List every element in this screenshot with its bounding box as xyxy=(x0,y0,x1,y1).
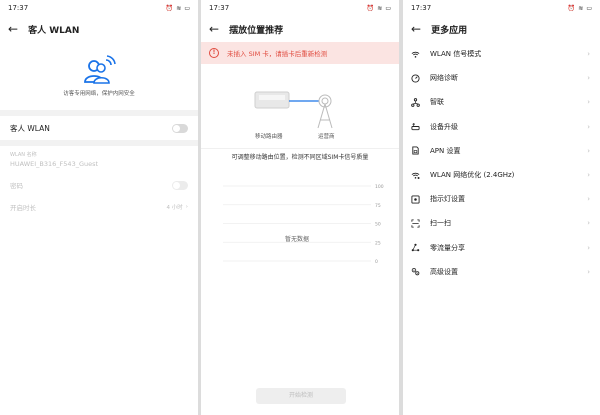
wifi-optimize-icon xyxy=(411,171,420,180)
status-icons: ⏰ ≋ ▭ xyxy=(166,5,190,12)
signal-chart: 100 75 50 25 0 暂无数据 xyxy=(201,166,399,276)
router-label: 移动路由器 xyxy=(255,134,283,140)
wifi-icon xyxy=(411,50,420,59)
alert-text: 未插入 SIM 卡，请插卡后重新检测 xyxy=(227,50,328,58)
scan-icon xyxy=(411,219,420,228)
app-bar: ← 更多应用 xyxy=(403,16,600,42)
guest-hero: 访客专用网络，保护内网安全 xyxy=(0,42,198,110)
menu-item-device-upgrade[interactable]: 设备升级 › xyxy=(403,115,600,139)
chart-y-tick-label: 100 xyxy=(375,184,384,190)
alarm-icon: ⏰ xyxy=(366,4,375,12)
chevron-right-icon: › xyxy=(587,267,590,276)
page-title: 更多应用 xyxy=(431,25,468,36)
menu-item-scan[interactable]: 扫一扫 › xyxy=(403,211,600,235)
share-icon xyxy=(411,243,420,252)
battery-icon: ▭ xyxy=(184,4,190,12)
advanced-settings-icon xyxy=(411,267,420,276)
alarm-icon: ⏰ xyxy=(165,4,174,12)
app-bar: ← 客人 WLAN xyxy=(0,16,198,42)
guest-wlan-screen: 17:37 ⏰ ≋ ▭ ← 客人 WLAN 访客专用网络，保护内网安全 客人 W… xyxy=(0,0,198,415)
status-bar: 17:37 ⏰ ≋ ▭ xyxy=(201,0,399,16)
chevron-right-icon: › xyxy=(185,204,188,210)
router-tower-illustration xyxy=(254,91,333,129)
more-apps-screen: 17:37 ⏰ ≋ ▭ ← 更多应用 WLAN 信号模式 › 网络诊断 › 智联… xyxy=(403,0,600,415)
menu-item-indicator-settings[interactable]: 指示灯设置 › xyxy=(403,187,600,211)
wifi-status-icon: ≋ xyxy=(578,4,584,12)
menu-item-apn-settings[interactable]: APN 设置 › xyxy=(403,139,600,163)
indicator-light-icon xyxy=(411,195,420,204)
chart-y-tick-label: 0 xyxy=(375,259,378,265)
guest-wlan-toggle-row[interactable]: 客人 WLAN xyxy=(0,116,198,140)
wlan-name-label: WLAN 名称 xyxy=(10,152,37,158)
hero-caption: 访客专用网络，保护内网安全 xyxy=(63,91,135,97)
duration-label: 开启时长 xyxy=(10,204,36,212)
wifi-status-icon: ≋ xyxy=(176,4,182,12)
warning-icon: ! xyxy=(209,48,219,58)
hilink-icon xyxy=(411,98,420,107)
chart-y-tick-label: 25 xyxy=(375,240,381,246)
wlan-name-value: HUAWEI_B316_F543_Guest xyxy=(10,160,99,168)
password-toggle xyxy=(172,180,188,190)
status-time: 17:37 xyxy=(8,4,29,12)
status-icons: ⏰ ≋ ▭ xyxy=(568,5,592,12)
signal-chart-svg: 100 75 50 25 0 xyxy=(223,184,384,265)
upgrade-icon xyxy=(411,122,420,131)
more-apps-list: WLAN 信号模式 › 网络诊断 › 智联 › 设备升级 › APN 设置 › … xyxy=(403,42,600,284)
chevron-right-icon: › xyxy=(587,195,590,204)
chevron-right-icon: › xyxy=(587,50,590,59)
sim-icon xyxy=(411,146,420,155)
app-bar: ← 摆放位置推荐 xyxy=(201,16,399,42)
password-row: 密码 xyxy=(0,174,198,196)
duration-value: 4 小时 xyxy=(166,205,183,211)
menu-item-zero-data-share[interactable]: 零流量分享 › xyxy=(403,236,600,260)
battery-icon: ▭ xyxy=(586,4,592,12)
menu-item-advanced-settings[interactable]: 高级设置 › xyxy=(403,260,600,284)
start-detection-button[interactable]: 开始检测 xyxy=(256,388,346,404)
chevron-right-icon: › xyxy=(587,243,590,252)
status-bar: 17:37 ⏰ ≋ ▭ xyxy=(0,0,198,16)
operator-label: 运营商 xyxy=(318,134,335,140)
guest-wlan-label: 客人 WLAN xyxy=(10,123,50,133)
diagnosis-icon xyxy=(411,74,420,83)
chevron-right-icon: › xyxy=(587,146,590,155)
chart-empty-label: 暂无数据 xyxy=(285,236,310,243)
back-arrow-icon[interactable]: ← xyxy=(209,23,219,35)
placement-diagram: 移动路由器 运营商 xyxy=(201,64,399,148)
back-arrow-icon[interactable]: ← xyxy=(8,23,18,35)
menu-item-wlan-signal-mode[interactable]: WLAN 信号模式 › xyxy=(403,42,600,66)
placement-screen: 17:37 ⏰ ≋ ▭ ← 摆放位置推荐 ! 未插入 SIM 卡，请插卡后重新检… xyxy=(201,0,399,415)
password-label: 密码 xyxy=(10,182,23,190)
page-title: 客人 WLAN xyxy=(28,25,80,36)
chevron-right-icon: › xyxy=(587,74,590,83)
menu-item-network-diagnosis[interactable]: 网络诊断 › xyxy=(403,66,600,90)
battery-icon: ▭ xyxy=(385,4,391,12)
placement-note: 可调整移动路由位置，检测不同区域SIM卡信号质量 xyxy=(201,148,399,166)
status-bar: 17:37 ⏰ ≋ ▭ xyxy=(403,0,600,16)
alarm-icon: ⏰ xyxy=(567,4,576,12)
sim-alert-banner: ! 未插入 SIM 卡，请插卡后重新检测 xyxy=(201,42,399,64)
status-time: 17:37 xyxy=(411,4,432,12)
chevron-right-icon: › xyxy=(587,219,590,228)
chart-y-tick-label: 75 xyxy=(375,203,381,209)
status-time: 17:37 xyxy=(209,4,230,12)
status-icons: ⏰ ≋ ▭ xyxy=(367,5,391,12)
chart-y-tick-label: 50 xyxy=(375,222,381,228)
chevron-right-icon: › xyxy=(587,122,590,131)
guest-users-icon xyxy=(84,55,116,84)
chevron-right-icon: › xyxy=(587,171,590,180)
guest-wlan-toggle[interactable] xyxy=(172,123,188,133)
wifi-status-icon: ≋ xyxy=(377,4,383,12)
menu-item-hilink[interactable]: 智联 › xyxy=(403,90,600,114)
chevron-right-icon: › xyxy=(587,98,590,107)
back-arrow-icon[interactable]: ← xyxy=(411,23,421,35)
page-title: 摆放位置推荐 xyxy=(229,25,284,36)
menu-item-wlan-optimize[interactable]: WLAN 网络优化 (2.4GHz) › xyxy=(403,163,600,187)
duration-row: 开启时长 4 小时 › xyxy=(0,196,198,218)
screens: 17:37 ⏰ ≋ ▭ ← 客人 WLAN 访客专用网络，保护内网安全 客人 W… xyxy=(0,0,600,415)
